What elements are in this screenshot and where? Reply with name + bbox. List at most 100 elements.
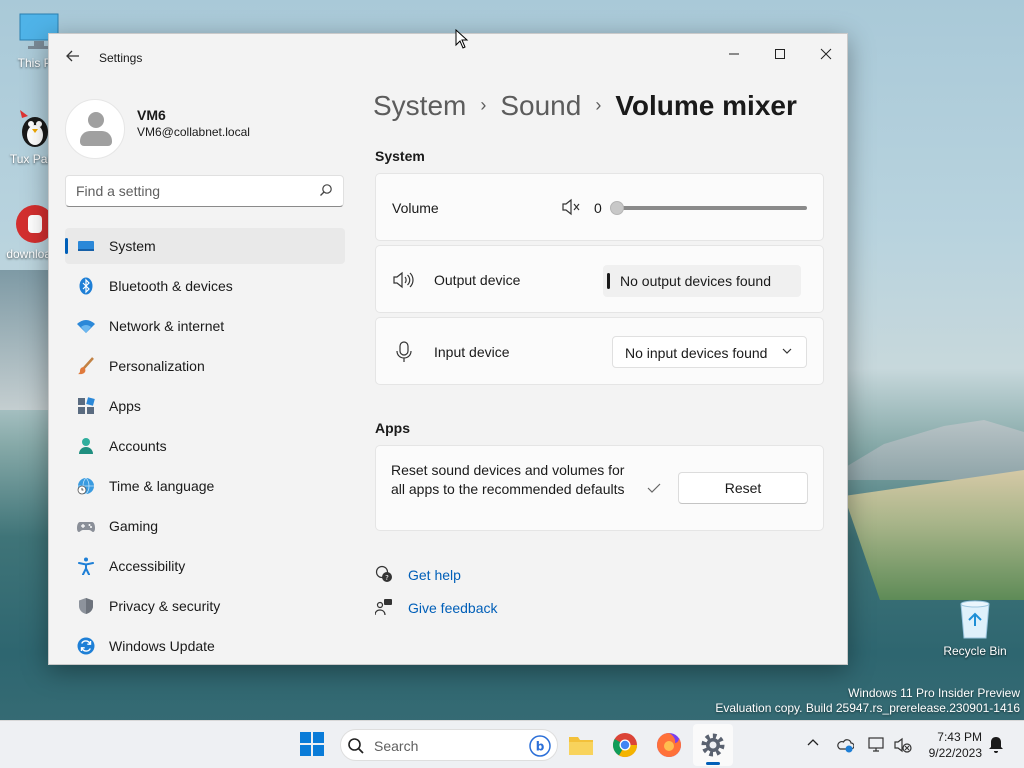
desktop-icon-recycle-bin[interactable]: Recycle Bin bbox=[940, 598, 1010, 658]
watermark-line-2: Evaluation copy. Build 25947.rs_prerelea… bbox=[715, 701, 1020, 715]
brush-icon bbox=[77, 357, 95, 375]
user-email: VM6@collabnet.local bbox=[137, 125, 250, 139]
reset-button[interactable]: Reset bbox=[678, 472, 808, 504]
desktop-wallpaper-hill bbox=[0, 270, 50, 410]
user-name: VM6 bbox=[137, 107, 166, 123]
breadcrumb-sound[interactable]: Sound bbox=[500, 90, 581, 121]
section-title-system: System bbox=[375, 148, 425, 164]
microphone-icon bbox=[394, 341, 416, 363]
svg-text:b: b bbox=[536, 740, 545, 754]
desktop-wallpaper-mountain bbox=[824, 420, 1024, 480]
sidebar-item-label: Network & internet bbox=[109, 318, 225, 334]
checkmark-icon bbox=[646, 480, 662, 496]
back-arrow-icon[interactable] bbox=[63, 48, 83, 68]
sidebar-item-label: Accessibility bbox=[109, 558, 186, 574]
help-chat-icon: ? bbox=[375, 565, 393, 583]
sidebar-item-label: Gaming bbox=[109, 518, 159, 534]
speaker-muted-icon[interactable] bbox=[561, 197, 581, 217]
watermark-line-1: Windows 11 Pro Insider Preview bbox=[848, 686, 1020, 700]
volume-slider-thumb[interactable] bbox=[610, 201, 624, 215]
sidebar-item-label: Windows Update bbox=[109, 638, 215, 654]
recycle-bin-icon bbox=[955, 598, 995, 640]
search-icon bbox=[347, 737, 365, 755]
sidebar-item-label: Apps bbox=[109, 398, 141, 414]
chevron-up-icon[interactable] bbox=[806, 736, 824, 754]
output-device-value[interactable]: No output devices found bbox=[603, 265, 801, 297]
page-title: Volume mixer bbox=[615, 90, 797, 121]
mouse-cursor-icon bbox=[455, 28, 469, 49]
close-button[interactable] bbox=[803, 39, 849, 71]
chevron-right-icon: › bbox=[480, 95, 487, 115]
feedback-person-icon bbox=[374, 598, 393, 616]
sidebar-item-network[interactable]: Network & internet bbox=[65, 308, 345, 344]
network-icon[interactable] bbox=[868, 736, 886, 754]
volume-label: Volume bbox=[392, 200, 439, 216]
sidebar-item-apps[interactable]: Apps bbox=[65, 388, 345, 424]
shield-icon bbox=[77, 597, 95, 615]
taskbar-search-placeholder: Search bbox=[374, 738, 419, 754]
volume-value: 0 bbox=[594, 200, 602, 216]
taskbar-search[interactable]: Search b bbox=[340, 729, 558, 761]
taskbar: Search b 7:43 PM 9/22/2023 bbox=[0, 720, 1024, 768]
sidebar-item-gaming[interactable]: Gaming bbox=[65, 508, 345, 544]
breadcrumb-system[interactable]: System bbox=[373, 90, 466, 121]
output-device-label: Output device bbox=[434, 272, 521, 288]
bing-icon[interactable]: b bbox=[529, 735, 551, 757]
search-icon[interactable] bbox=[319, 183, 333, 197]
file-explorer-icon[interactable] bbox=[567, 731, 595, 759]
sidebar-item-personalization[interactable]: Personalization bbox=[65, 348, 345, 384]
svg-text:?: ? bbox=[385, 574, 389, 582]
chrome-icon[interactable] bbox=[611, 731, 639, 759]
sidebar-item-system[interactable]: System bbox=[65, 228, 345, 264]
sidebar-item-label: Privacy & security bbox=[109, 598, 221, 614]
avatar bbox=[65, 99, 125, 159]
notification-bell-icon[interactable] bbox=[988, 736, 1006, 754]
recycle-bin-label: Recycle Bin bbox=[943, 644, 1007, 658]
volume-muted-icon[interactable] bbox=[894, 736, 912, 754]
sidebar-item-windows-update[interactable]: Windows Update bbox=[65, 628, 345, 664]
give-feedback-text[interactable]: Give feedback bbox=[408, 600, 498, 616]
sidebar-item-accessibility[interactable]: Accessibility bbox=[65, 548, 345, 584]
start-button[interactable] bbox=[299, 731, 327, 759]
onedrive-icon[interactable] bbox=[836, 736, 855, 754]
sidebar-item-bluetooth[interactable]: Bluetooth & devices bbox=[65, 268, 345, 304]
input-device-dropdown[interactable]: No input devices found bbox=[612, 336, 807, 368]
sidebar-item-label: Accounts bbox=[109, 438, 167, 454]
user-profile[interactable]: VM6 VM6@collabnet.local bbox=[65, 99, 365, 159]
chevron-down-icon bbox=[782, 346, 792, 359]
sidebar-item-accounts[interactable]: Accounts bbox=[65, 428, 345, 464]
sidebar-item-label: System bbox=[109, 238, 156, 254]
firefox-icon[interactable] bbox=[655, 731, 683, 759]
update-icon bbox=[77, 637, 95, 655]
avatar-body bbox=[80, 131, 112, 146]
avatar-head bbox=[88, 112, 104, 128]
gear-icon[interactable] bbox=[699, 731, 727, 759]
reset-description: Reset sound devices and volumes for all … bbox=[391, 462, 625, 497]
minimize-button[interactable] bbox=[711, 39, 757, 71]
sidebar-item-label: Time & language bbox=[109, 478, 215, 494]
sidebar-item-privacy-security[interactable]: Privacy & security bbox=[65, 588, 345, 624]
globe-clock-icon bbox=[77, 477, 95, 495]
window-title: Settings bbox=[99, 51, 143, 65]
accessibility-icon bbox=[77, 557, 95, 576]
get-help-text[interactable]: Get help bbox=[408, 567, 461, 583]
volume-slider[interactable] bbox=[617, 206, 807, 210]
gamepad-icon bbox=[77, 517, 95, 535]
speaker-icon bbox=[392, 269, 414, 291]
clock-time: 7:43 PM bbox=[937, 730, 982, 744]
find-setting-search[interactable] bbox=[65, 175, 344, 207]
input-device-selected: No input devices found bbox=[625, 345, 768, 361]
taskbar-clock[interactable]: 7:43 PM 9/22/2023 bbox=[918, 729, 982, 761]
desktop-wallpaper-field bbox=[844, 470, 1024, 600]
settings-window: Settings VM6 VM6@collabnet.local Find a … bbox=[48, 33, 848, 665]
wifi-icon bbox=[77, 317, 95, 335]
search-input[interactable] bbox=[76, 183, 306, 199]
maximize-button[interactable] bbox=[757, 39, 803, 71]
output-device-text: No output devices found bbox=[620, 273, 771, 289]
evaluation-watermark: Windows 11 Pro Insider Preview Evaluatio… bbox=[715, 686, 1020, 716]
sidebar-nav: System Bluetooth & devices Network & int… bbox=[65, 228, 345, 668]
input-device-label: Input device bbox=[434, 344, 510, 360]
title-bar[interactable]: Settings bbox=[49, 34, 847, 82]
accounts-icon bbox=[77, 437, 95, 455]
sidebar-item-time-language[interactable]: Time & language bbox=[65, 468, 345, 504]
